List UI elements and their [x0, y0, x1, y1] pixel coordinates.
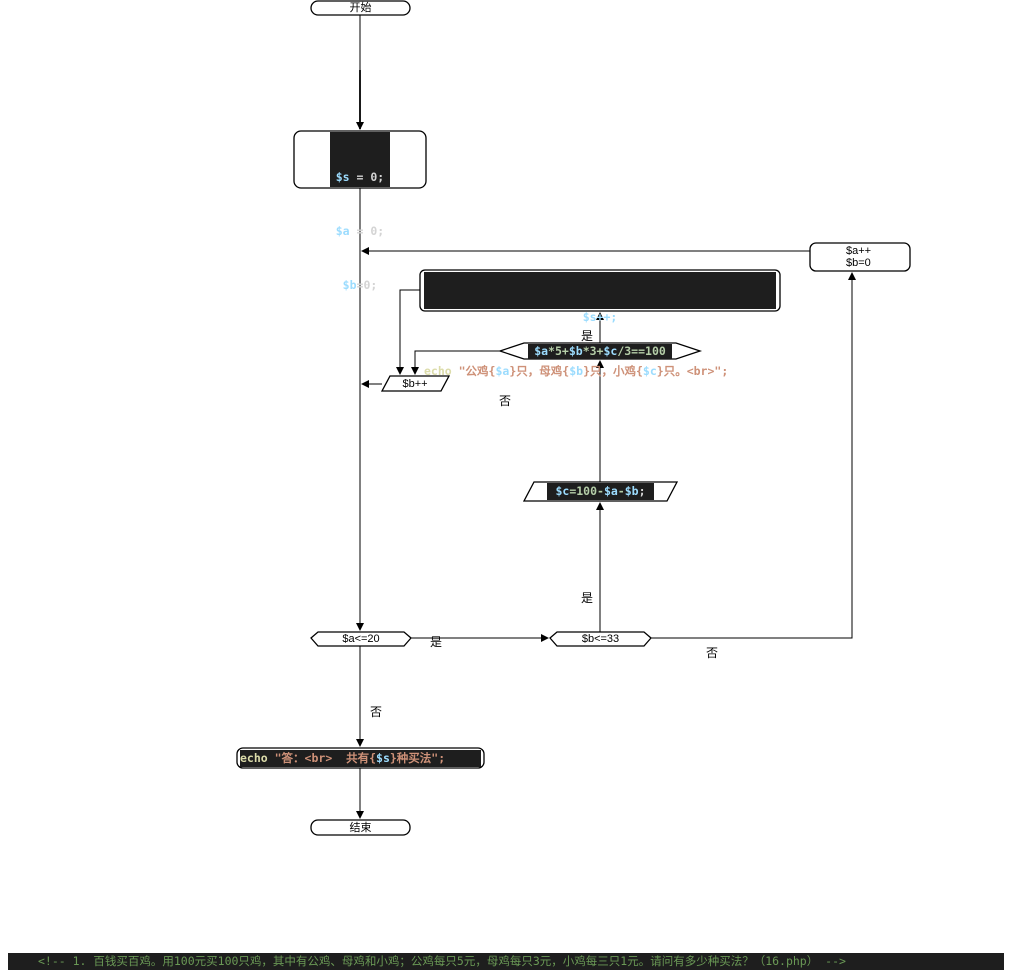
check-sum-var-b: $b	[568, 344, 583, 358]
echo-each-str1: "公鸡{	[451, 364, 496, 378]
edge-label-sum-yes: 是	[581, 329, 594, 343]
b-inc-label: $b++	[402, 378, 428, 390]
echo-each-keyword: echo	[424, 364, 452, 378]
echo-result-var-s: $s	[376, 751, 390, 765]
edge-label-b-no: 否	[706, 646, 719, 660]
init-var-s: $s	[335, 170, 350, 184]
edge-echo-each-to-b-inc	[396, 289, 420, 375]
echo-each-str2: }只，母鸡{	[509, 364, 570, 378]
compute-c-var-a: $a	[603, 484, 618, 498]
edge-label-a-yes: 是	[430, 635, 443, 649]
cond-b-label: $b<=33	[581, 633, 620, 645]
compute-c-t2: -	[617, 484, 625, 498]
a-inc-line2: $b=0	[846, 257, 871, 269]
init-assign-a: = 0;	[349, 224, 385, 238]
echo-result-code: echo "答：<br> 共有{$s}种买法";	[240, 750, 481, 767]
init-assign-s: = 0;	[349, 170, 385, 184]
init-assign-b: =0;	[356, 278, 378, 292]
init-code: $s = 0; $a = 0; $b=0;	[330, 132, 390, 292]
echo-each-var-c: $c	[642, 364, 657, 378]
start-label: 开始	[349, 2, 372, 14]
compute-c-t1: =100-	[569, 484, 604, 498]
echo-result-keyword: echo	[240, 751, 268, 765]
echo-each-var-a: $a	[495, 364, 510, 378]
cond-a-label: $a<=20	[342, 633, 380, 645]
check-sum-code: $a*5+$b*3+$c/3==100	[528, 344, 672, 359]
edge-label-sum-no: 否	[499, 394, 512, 408]
check-sum-var-a: $a	[534, 344, 549, 358]
check-sum-t1: *5+	[548, 344, 569, 358]
echo-each-var-b: $b	[569, 364, 584, 378]
echo-each-s-inc: $s++;	[582, 310, 618, 324]
echo-each-str4: }只。<br>";	[656, 364, 729, 378]
footer-comment: <!-- 1. 百钱买百鸡。用100元买100只鸡，其中有公鸡、母鸡和小鸡；公鸡…	[8, 953, 1004, 970]
flowchart-canvas	[236, 0, 911, 836]
compute-c-var-c: $c	[555, 484, 570, 498]
echo-result-str1: "答：<br> 共有{	[267, 751, 377, 765]
init-var-a: $a	[335, 224, 350, 238]
echo-result-str2: }种买法";	[389, 751, 446, 765]
echo-each-str3: }只，小鸡{	[583, 364, 643, 378]
compute-c-var-b: $b	[624, 484, 639, 498]
end-label: 结束	[349, 822, 372, 834]
edge-label-a-no: 否	[370, 705, 383, 719]
a-inc-line1: $a++	[846, 245, 872, 257]
check-sum-t3: /3==100	[617, 344, 666, 358]
a-inc-text: $a++ $b=0	[810, 245, 910, 269]
echo-each-code: $s++; echo "公鸡{$a}只，母鸡{$b}只，小鸡{$c}只。<br>…	[424, 272, 776, 378]
init-var-b: $b	[342, 278, 357, 292]
compute-c-code: $c=100-$a-$b;	[547, 483, 654, 500]
check-sum-t2: *3+	[582, 344, 604, 358]
compute-c-t3: ;	[638, 484, 646, 498]
edge-label-b-yes: 是	[581, 591, 594, 605]
check-sum-var-c: $c	[603, 344, 618, 358]
